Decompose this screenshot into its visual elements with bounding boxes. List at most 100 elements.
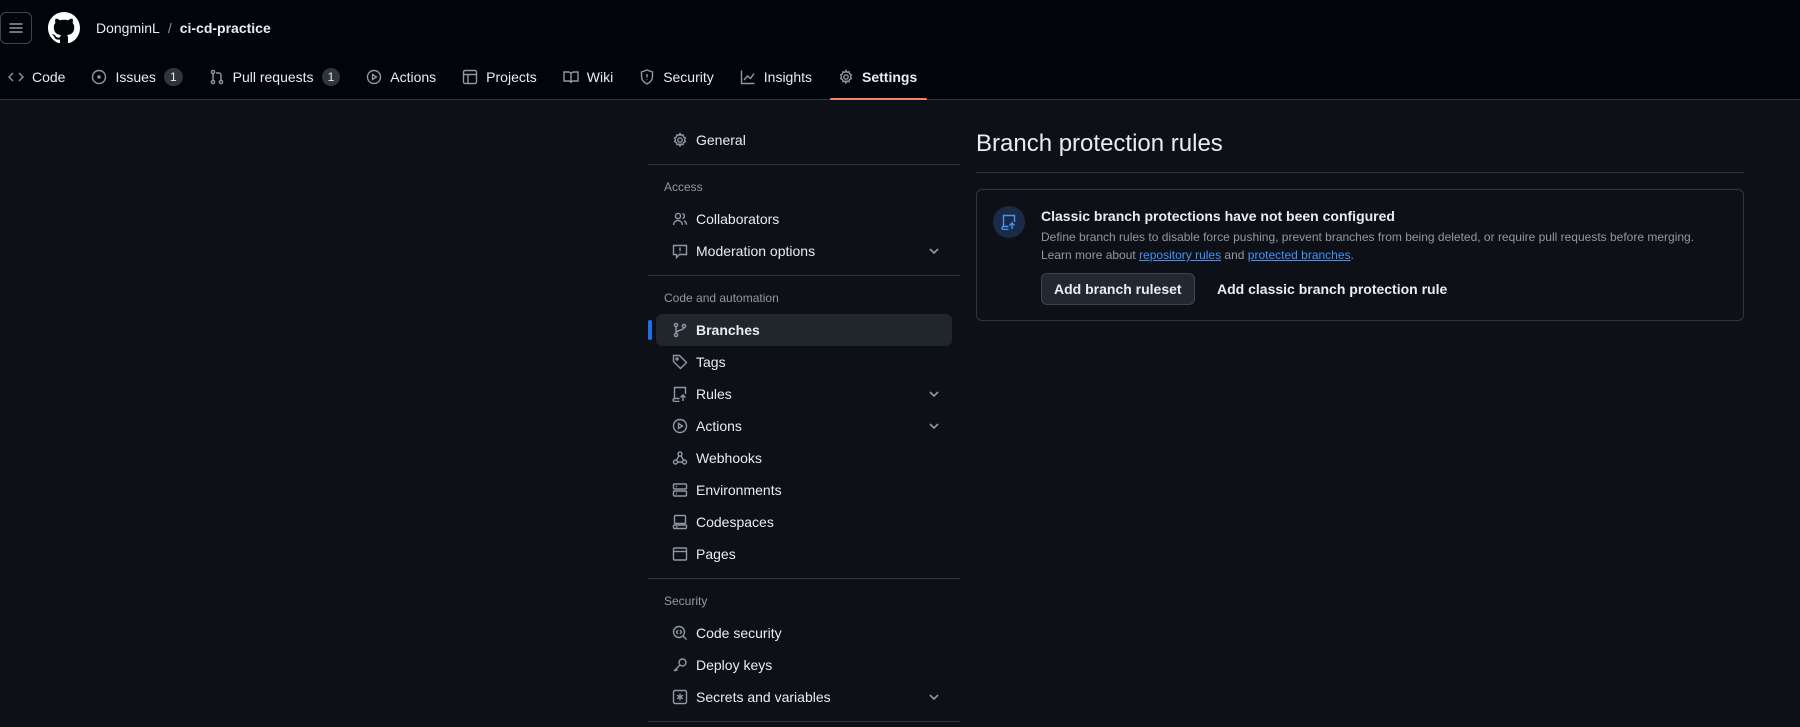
main-content: Branch protection rules Classic branch p… (976, 124, 1744, 321)
book-icon (563, 71, 579, 84)
sidebar-divider (648, 164, 960, 165)
sidebar-divider (648, 275, 960, 276)
sidebar-item-label: Pages (696, 546, 736, 562)
chevron-down-icon (929, 694, 939, 701)
sidebar-item-label: Moderation options (696, 243, 816, 259)
sidebar-item-label: Rules (696, 386, 732, 402)
sidebar-item-label: Secrets and variables (696, 689, 831, 705)
tab-label: Security (663, 69, 714, 85)
sidebar-item-deploy-keys[interactable]: Deploy keys (656, 649, 952, 681)
tab-projects[interactable]: Projects (454, 62, 547, 92)
breadcrumb-separator: / (167, 20, 172, 36)
empty-state-title: Classic branch protections have not been… (1041, 208, 1395, 224)
issue-icon (92, 69, 107, 85)
sidebar-item-rules[interactable]: Rules (656, 378, 952, 410)
empty-state-description: Define branch rules to disable force pus… (1041, 228, 1721, 264)
sidebar-item-pages[interactable]: Pages (656, 538, 952, 570)
settings-sidebar: General Access Collaborators Moderation … (648, 124, 960, 727)
chevron-down-icon (929, 391, 939, 398)
hamburger-icon (9, 23, 23, 33)
asterisk-icon (672, 689, 688, 705)
tab-label: Insights (763, 69, 813, 85)
tab-label: Issues (115, 69, 156, 85)
hamburger-menu-button[interactable] (0, 12, 32, 44)
sidebar-item-codespaces[interactable]: Codespaces (656, 506, 952, 538)
shield-icon (640, 69, 654, 85)
sidebar-item-collaborators[interactable]: Collaborators (656, 203, 952, 235)
empty-state-box: Classic branch protections have not been… (976, 189, 1744, 321)
breadcrumb: DongminL / ci-cd-practice (96, 18, 271, 38)
repo-name-link[interactable]: ci-cd-practice (180, 18, 271, 38)
tag-icon (672, 354, 688, 370)
protected-branches-link[interactable]: protected branches (1248, 248, 1351, 262)
tab-pull-requests[interactable]: Pull requests 1 (201, 62, 351, 92)
sidebar-item-code-security[interactable]: Code security (656, 617, 952, 649)
repo-push-icon (672, 386, 687, 402)
period-text: . (1350, 248, 1354, 262)
sidebar-item-actions[interactable]: Actions (656, 410, 952, 442)
tab-label: Projects (486, 69, 537, 85)
tab-issues[interactable]: Issues 1 (83, 62, 192, 92)
sidebar-item-label: Branches (696, 322, 760, 338)
tab-label: Wiki (586, 69, 614, 85)
codespaces-icon (672, 514, 688, 530)
comment-report-icon (672, 244, 688, 259)
pull-requests-count-badge: 1 (321, 68, 341, 86)
sidebar-item-branches[interactable]: Branches (648, 314, 952, 346)
description-line: Define branch rules to disable force pus… (1041, 230, 1695, 244)
tab-insights[interactable]: Insights (732, 62, 822, 92)
sidebar-divider (648, 578, 960, 579)
repository-rules-link[interactable]: repository rules (1139, 248, 1221, 262)
key-icon (673, 658, 687, 672)
sidebar-item-label: Deploy keys (696, 657, 773, 673)
sidebar-item-label: Collaborators (696, 211, 780, 227)
sidebar-heading-code-automation: Code and automation (664, 291, 779, 305)
tab-settings[interactable]: Settings (830, 62, 928, 100)
branch-icon (673, 322, 687, 338)
tab-security[interactable]: Security (631, 62, 724, 92)
code-icon (8, 72, 24, 82)
sidebar-heading-security: Security (664, 594, 708, 608)
sidebar-item-tags[interactable]: Tags (656, 346, 952, 378)
codescan-icon (672, 625, 687, 640)
gear-icon (673, 132, 687, 148)
sidebar-item-environments[interactable]: Environments (656, 474, 952, 506)
sidebar-item-label: Environments (696, 482, 782, 498)
sidebar-item-label: Webhooks (696, 450, 762, 466)
chevron-down-icon (929, 248, 939, 255)
repo-nav-tabs: Code Issues 1 Pull requests 1 Actions Pr… (0, 62, 928, 100)
sidebar-divider (648, 721, 960, 722)
add-branch-ruleset-button[interactable]: Add branch ruleset (1041, 273, 1195, 305)
sidebar-item-label: Actions (696, 418, 742, 434)
table-icon (462, 69, 478, 85)
pull-request-icon (210, 69, 223, 85)
tab-label: Actions (390, 69, 437, 85)
sidebar-item-secrets-variables[interactable]: Secrets and variables (656, 681, 952, 713)
and-text: and (1221, 248, 1248, 262)
tab-label: Pull requests (232, 69, 314, 85)
repo-push-icon (993, 206, 1025, 238)
tab-actions[interactable]: Actions (358, 62, 446, 92)
sidebar-item-label: Tags (696, 354, 726, 370)
webhook-icon (672, 451, 688, 465)
tab-label: Code (32, 69, 66, 85)
issues-count-badge: 1 (163, 68, 183, 86)
play-icon (672, 418, 688, 434)
sidebar-item-label: General (696, 132, 746, 148)
sidebar-item-label: Code security (696, 625, 782, 641)
tab-label: Settings (862, 69, 918, 85)
sidebar-item-webhooks[interactable]: Webhooks (656, 442, 952, 474)
add-classic-protection-rule-button[interactable]: Add classic branch protection rule (1209, 273, 1455, 305)
page-title: Branch protection rules (976, 124, 1744, 173)
sidebar-item-moderation-options[interactable]: Moderation options (656, 235, 952, 267)
people-icon (672, 212, 688, 226)
gear-icon (839, 69, 853, 85)
server-icon (672, 483, 688, 497)
top-header: DongminL / ci-cd-practice Code Issues 1 … (0, 0, 1800, 100)
github-logo-icon[interactable] (48, 12, 80, 44)
sidebar-item-general[interactable]: General (656, 124, 952, 156)
tab-code[interactable]: Code (0, 62, 75, 92)
repo-owner-link[interactable]: DongminL (96, 18, 160, 38)
tab-wiki[interactable]: Wiki (555, 62, 623, 92)
graph-icon (740, 70, 755, 85)
